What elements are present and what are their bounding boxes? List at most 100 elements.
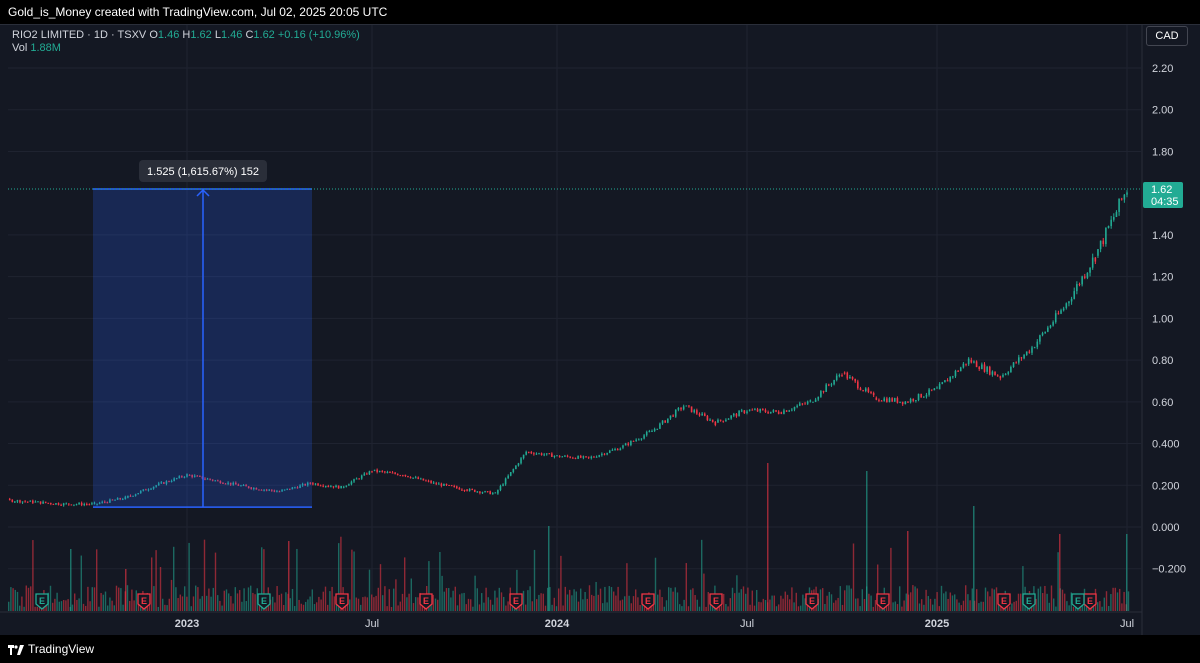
currency-button[interactable]: CAD: [1146, 26, 1188, 46]
candle-body: [515, 465, 517, 470]
candle-body: [391, 472, 394, 474]
volume-bar: [522, 590, 525, 611]
volume-bar: [564, 586, 566, 611]
candle-body: [50, 503, 52, 505]
volume-bar: [536, 599, 538, 611]
candle-body: [430, 480, 432, 483]
volume-bar: [91, 587, 93, 611]
volume-bar: [250, 585, 252, 611]
volume-bar: [736, 575, 738, 611]
candle-body: [730, 415, 732, 419]
volume-bar: [793, 602, 795, 611]
volume-bar: [613, 591, 615, 611]
candle-body: [767, 412, 769, 414]
candle-body: [507, 475, 509, 479]
candle-body: [983, 364, 986, 372]
candle-body: [645, 431, 648, 436]
volume-bar: [492, 604, 494, 611]
earnings-marker-icon[interactable]: E: [709, 593, 723, 610]
candle-body: [358, 478, 360, 480]
earnings-marker-icon[interactable]: E: [1083, 593, 1097, 610]
candle-body: [327, 485, 330, 487]
candle-body: [1041, 333, 1044, 336]
volume-bar: [322, 591, 324, 611]
volume-bar: [907, 531, 909, 611]
volume-bar: [58, 601, 60, 611]
candle-body: [466, 489, 468, 491]
earnings-marker-icon[interactable]: E: [335, 593, 349, 610]
volume-bar: [243, 588, 245, 611]
candle-body: [635, 439, 637, 441]
volume-bar: [835, 600, 837, 611]
volume-bar: [155, 550, 157, 611]
volume-bar: [474, 575, 476, 611]
volume-bar: [822, 588, 824, 611]
candle-body: [1070, 298, 1073, 302]
candle-body: [846, 372, 849, 379]
candle-body: [703, 413, 706, 416]
volume-bar: [962, 600, 965, 611]
volume-bar: [254, 594, 256, 611]
candle-body: [414, 477, 417, 479]
volume-bar: [797, 606, 800, 611]
candle-body: [743, 410, 746, 414]
candle-body: [851, 377, 854, 379]
candle-body: [595, 456, 598, 458]
volume-bar: [894, 601, 896, 611]
volume-bar: [729, 598, 731, 611]
candle-body: [1031, 347, 1033, 353]
volume-bar: [555, 606, 558, 611]
candle-body: [353, 479, 355, 482]
measure-label: 1.525 (1,615.67%) 152: [147, 166, 259, 178]
candle-body: [75, 504, 78, 506]
price-chart[interactable]: 2.20 2.00 1.80 1.40 1.20 1.00 0.80 0.60 0.400 0.2…: [0, 0, 1200, 663]
candle-body: [809, 400, 812, 402]
candle-body: [854, 378, 856, 382]
volume-bar: [34, 606, 36, 611]
volume-bar: [375, 595, 377, 611]
volume-bar: [802, 594, 804, 611]
candle-body: [706, 415, 709, 421]
volume-bar: [861, 589, 863, 611]
candle-body: [535, 453, 538, 455]
candle-body: [867, 388, 870, 392]
chart-legend: RIO2 LIMITED · 1D · TSXV O1.46 H1.62 L1.…: [12, 29, 360, 55]
candle-body: [608, 450, 611, 453]
volume-bar: [701, 539, 703, 611]
volume-bar: [404, 557, 406, 611]
symbol-title[interactable]: RIO2 LIMITED · 1D · TSXV: [12, 29, 146, 41]
volume-bar: [1057, 552, 1059, 611]
candle-body: [1094, 257, 1097, 262]
candle-body: [893, 398, 896, 402]
candle-body: [1047, 327, 1049, 332]
volume-bar: [1013, 601, 1015, 611]
volume-bar: [538, 594, 540, 611]
volume-bar: [214, 552, 217, 611]
volume-bar: [1015, 600, 1017, 611]
y-tick-label: 1.80: [1152, 146, 1173, 158]
volume-bar: [800, 605, 802, 611]
volume-bar: [859, 606, 861, 611]
volume-bar: [1011, 603, 1013, 611]
volume-bar: [181, 596, 184, 611]
volume-bar: [454, 586, 456, 611]
volume-bar: [166, 605, 168, 611]
volume-bar: [107, 605, 109, 611]
volume-bar: [195, 585, 197, 611]
volume-bar: [705, 606, 707, 611]
volume-bar: [318, 596, 320, 611]
candle-body: [587, 456, 590, 458]
volume-bar: [1110, 594, 1112, 611]
candle-body: [360, 475, 363, 479]
volume-bar: [78, 598, 80, 611]
candle-body: [693, 410, 696, 413]
candle-body: [603, 453, 606, 455]
candle-body: [471, 489, 474, 491]
volume-bar: [96, 549, 98, 611]
earnings-marker-icon[interactable]: E: [137, 593, 151, 610]
volume-bar: [531, 601, 533, 611]
volume-bar: [910, 592, 912, 611]
candle-body: [404, 474, 407, 476]
candle-body: [685, 405, 688, 407]
volume-bar: [1053, 598, 1055, 611]
